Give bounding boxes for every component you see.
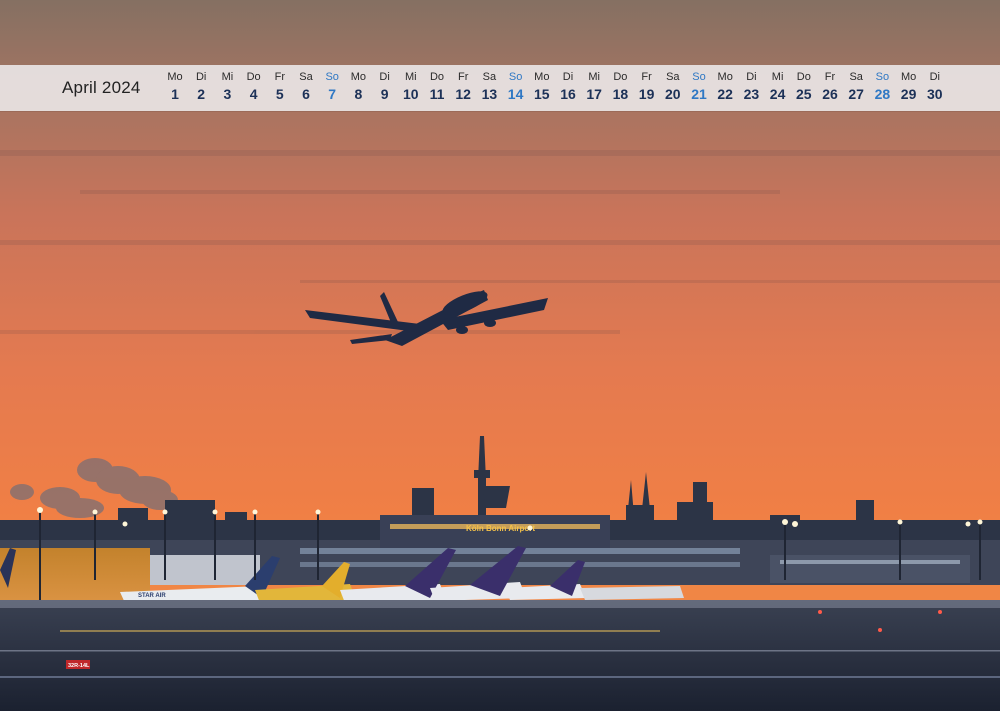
calendar-day: Do 18 <box>607 70 633 103</box>
calendar-day: Di 9 <box>372 70 398 103</box>
weekday-label: Di <box>195 71 207 83</box>
apron <box>0 600 1000 711</box>
weekday-label: Di <box>562 71 574 83</box>
calendar-day: Do 11 <box>424 70 450 103</box>
day-number: 16 <box>560 86 576 102</box>
day-number: 19 <box>638 86 655 102</box>
calendar-day: Di 30 <box>922 70 948 103</box>
calendar-day: So 14 <box>503 70 529 103</box>
day-number: 7 <box>328 86 337 102</box>
weekday-label: Mo <box>900 71 917 83</box>
day-number: 15 <box>534 86 550 102</box>
weekday-label: Do <box>429 71 445 83</box>
calendar-day: Fr 5 <box>267 70 293 103</box>
calendar-day: So 7 <box>319 70 345 103</box>
calendar-day: Di 2 <box>188 70 214 103</box>
day-number: 22 <box>717 86 733 102</box>
calendar-day: Mo 29 <box>896 70 922 103</box>
calendar-day: Do 4 <box>241 70 267 103</box>
weekday-label: Di <box>746 71 757 83</box>
calendar-day: Fr 26 <box>817 70 843 103</box>
calendar-day: Sa 20 <box>660 70 686 103</box>
weekday-label: Mo <box>717 71 733 83</box>
calendar-day: Mo 1 <box>162 70 188 103</box>
calendar-day: Fr 12 <box>450 70 476 103</box>
calendar-day: Mi 17 <box>581 70 607 103</box>
terminal-sign: Köln Bonn Airport <box>466 524 535 533</box>
day-number: 27 <box>848 86 864 102</box>
calendar-day: Fr 19 <box>634 70 660 103</box>
weekday-label: Sa <box>482 71 497 83</box>
weekday-label: Mi <box>404 71 417 83</box>
weekday-label: Di <box>379 71 390 83</box>
calendar-day: Mi 24 <box>765 70 791 103</box>
day-number: 10 <box>403 86 419 102</box>
weekday-label: Mo <box>167 71 183 83</box>
day-number: 26 <box>822 86 838 102</box>
day-number: 3 <box>223 86 232 102</box>
day-number: 30 <box>927 86 943 102</box>
weekday-label: So <box>508 71 523 83</box>
weekday-label: Fr <box>824 71 836 83</box>
calendar-day: Mo 8 <box>345 70 371 103</box>
calendar-day: Mi 10 <box>398 70 424 103</box>
calendar-day: Do 25 <box>791 70 817 103</box>
day-number: 24 <box>769 86 786 102</box>
weekday-label: So <box>325 71 339 83</box>
weekday-label: Mi <box>588 71 600 83</box>
weekday-label: Mi <box>221 71 234 83</box>
weekday-label: Mo <box>350 71 367 83</box>
calendar-day: Sa 13 <box>476 70 502 103</box>
aircraft-livery: STAR AIR <box>138 593 166 599</box>
day-number: 1 <box>171 86 179 102</box>
calendar-day: Mi 3 <box>214 70 240 103</box>
day-number: 14 <box>507 86 524 102</box>
weekday-label: Mi <box>771 71 784 83</box>
day-number: 4 <box>249 86 258 102</box>
weekday-label: Sa <box>666 71 680 83</box>
day-number: 9 <box>380 86 389 102</box>
weekday-label: Fr <box>274 71 285 83</box>
day-number: 12 <box>455 86 471 102</box>
weekday-label: Di <box>929 71 940 83</box>
calendar-day: Sa 6 <box>293 70 319 103</box>
day-number: 13 <box>481 86 498 102</box>
day-number: 28 <box>874 86 891 102</box>
day-number: 17 <box>586 86 602 102</box>
weekday-label: Do <box>613 71 628 83</box>
calendar-bar: April 2024 Mo 1 Di 2 Mi 3 Do 4 Fr 5 Sa 6 So 7 Mo 8 Di 9 Mi… <box>0 65 1000 111</box>
weekday-label: Mo <box>534 71 550 83</box>
calendar-day: Mo 15 <box>529 70 555 103</box>
weekday-label: Sa <box>299 71 313 83</box>
day-number: 29 <box>900 86 917 102</box>
runway-sign: 32R-14L <box>68 663 90 669</box>
day-number: 25 <box>796 86 812 102</box>
day-number: 11 <box>429 86 445 102</box>
calendar-day: Di 16 <box>555 70 581 103</box>
weekday-label: Do <box>796 71 811 83</box>
calendar-day: So 21 <box>686 70 712 103</box>
calendar-day: So 28 <box>869 70 895 103</box>
calendar-day: Di 23 <box>738 70 764 103</box>
weekday-label: So <box>692 71 706 83</box>
day-number: 23 <box>743 86 760 102</box>
day-number: 2 <box>197 86 206 102</box>
day-number: 5 <box>275 86 284 102</box>
weekday-label: Do <box>246 71 261 83</box>
day-number: 18 <box>612 86 629 102</box>
day-number: 6 <box>302 86 310 102</box>
day-number: 20 <box>665 86 681 102</box>
day-number: 8 <box>354 86 363 102</box>
calendar-day: Sa 27 <box>843 70 869 103</box>
weekday-label: Fr <box>457 71 469 83</box>
weekday-label: Fr <box>641 71 652 83</box>
weekday-label: So <box>875 71 890 83</box>
weekday-label: Sa <box>849 71 863 83</box>
day-number: 21 <box>691 86 707 102</box>
month-title: April 2024 <box>62 78 141 97</box>
calendar-days: Mo 1 Di 2 Mi 3 Do 4 Fr 5 Sa 6 So 7 Mo 8 Di 9 Mi 10 Do 11 Fr 12 S… <box>162 70 982 108</box>
calendar-day: Mo 22 <box>712 70 738 103</box>
